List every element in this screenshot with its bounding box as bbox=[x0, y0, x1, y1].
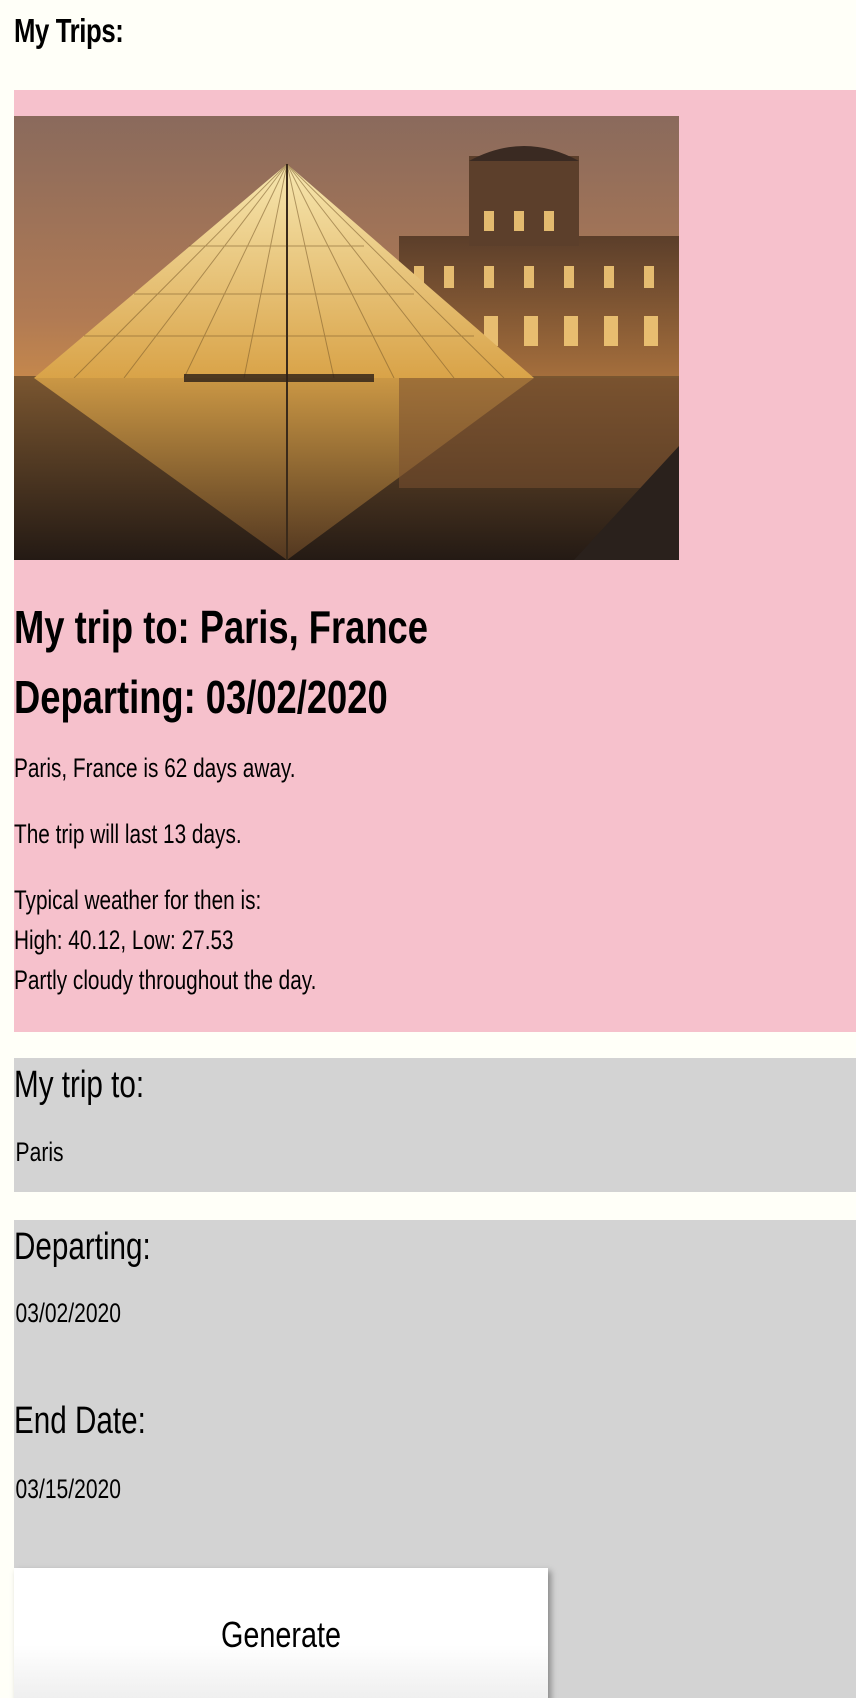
departing-label: Departing: bbox=[14, 1226, 151, 1268]
trip-length-text: The trip will last 13 days. bbox=[14, 819, 242, 849]
weather-intro-text: Typical weather for then is: bbox=[14, 885, 262, 915]
trip-card: My trip to: Paris, France Departing: 03/… bbox=[14, 90, 856, 1032]
destination-form-section: My trip to: bbox=[14, 1058, 856, 1192]
destination-label: My trip to: bbox=[14, 1064, 145, 1106]
weather-temperatures-text: High: 40.12, Low: 27.53 bbox=[14, 925, 234, 955]
generate-button[interactable]: Generate bbox=[14, 1568, 548, 1698]
days-away-text: Paris, France is 62 days away. bbox=[14, 753, 296, 783]
end-date-input[interactable] bbox=[14, 1471, 515, 1507]
page-title: My Trips: bbox=[14, 12, 124, 49]
departing-date-input[interactable] bbox=[14, 1295, 515, 1331]
dates-form-section: Departing: End Date: Generate bbox=[14, 1220, 856, 1698]
trip-destination-heading: My trip to: Paris, France bbox=[14, 601, 428, 653]
destination-input[interactable] bbox=[14, 1134, 515, 1170]
trip-departing-heading: Departing: 03/02/2020 bbox=[14, 671, 388, 723]
trip-photo bbox=[14, 116, 679, 560]
weather-summary-text: Partly cloudy throughout the day. bbox=[14, 965, 317, 995]
generate-button-label: Generate bbox=[220, 1614, 342, 1655]
end-date-label: End Date: bbox=[14, 1400, 146, 1442]
page: My Trips: My trip to: Paris, France Depa… bbox=[0, 0, 856, 1698]
